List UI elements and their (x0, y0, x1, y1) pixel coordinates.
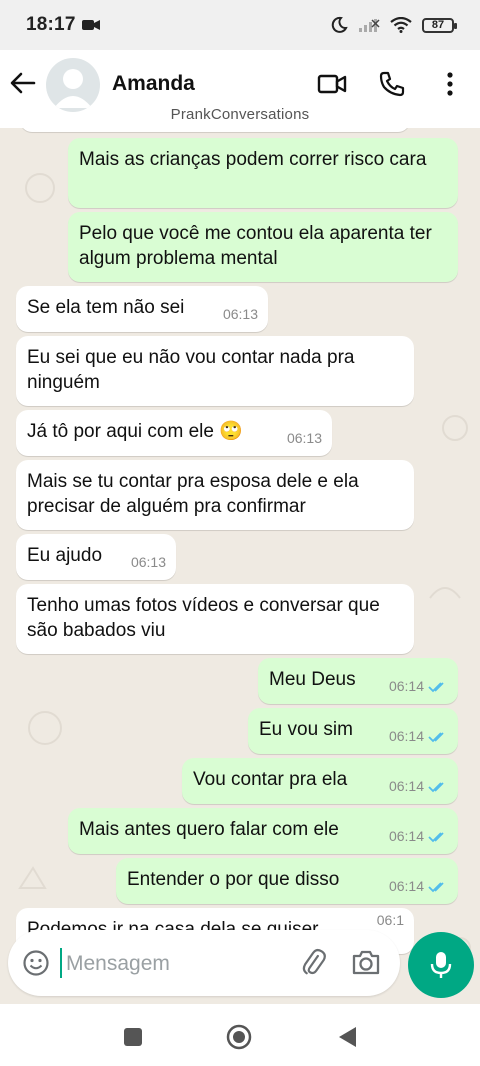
recents-button[interactable] (120, 1024, 146, 1050)
home-button[interactable] (226, 1024, 252, 1050)
default-avatar-icon (54, 69, 92, 108)
status-bar: 18:17 87 (0, 0, 480, 50)
message-time: 06:14 (389, 874, 448, 899)
watermark-text: PrankConversations (170, 106, 310, 123)
voice-call-button[interactable] (376, 68, 408, 100)
time-label: 06:13 (286, 430, 322, 446)
message-text: Se ela tem não sei (27, 297, 185, 318)
camera-icon[interactable] (350, 947, 382, 979)
home-circle-icon (226, 1024, 252, 1050)
battery-indicator: 87 (422, 17, 457, 33)
message-text: Eu vou sim (259, 719, 353, 740)
wifi-icon (390, 17, 412, 33)
message-bubble-outgoing[interactable]: Mais antes quero falar com ele 06:14 (68, 808, 458, 854)
message-bubble-outgoing[interactable]: Eu vou sim 06:14 (248, 708, 458, 754)
microphone-icon (430, 952, 452, 978)
message-time: 06:14 (389, 724, 448, 749)
message-time: 06:13 (131, 550, 166, 575)
back-button[interactable] (8, 68, 38, 98)
message-bubble-outgoing[interactable]: Mais as crianças podem correr risco cara (68, 138, 458, 208)
message-time: 06:14 (389, 824, 448, 849)
status-time: 18:17 (26, 14, 76, 35)
chat-header: Amanda PrankConversations (0, 50, 480, 128)
message-text: Eu sei que eu não vou contar nada pra ni… (27, 347, 355, 393)
time-label: 06:14 (388, 878, 424, 894)
message-text: Pelo que você me contou ela aparenta ter… (79, 223, 432, 269)
more-options-button[interactable] (434, 68, 466, 100)
phone-icon (379, 71, 405, 97)
message-text: Vou contar pra ela (193, 769, 348, 790)
time-label: 06:13 (130, 554, 166, 570)
message-text: Entender o por que disso (127, 869, 340, 890)
time-label: 06:14 (388, 728, 424, 744)
message-text: Mais as crianças podem correr risco cara (79, 149, 427, 170)
message-bubble-incoming[interactable]: Se ela tem não sei 06:13 (16, 286, 268, 332)
message-text: Tenho umas fotos vídeos e conversar que … (27, 595, 380, 641)
signal-icon (359, 19, 380, 32)
video-camera-icon (317, 74, 347, 94)
read-ticks-icon (428, 681, 444, 692)
video-recording-icon (81, 20, 100, 30)
time-label: 06:14 (388, 828, 424, 844)
contact-name[interactable]: Amanda (112, 72, 195, 96)
message-bubble-incoming[interactable]: Já tô por aqui com ele 🙄 06:13 (16, 410, 332, 456)
avatar[interactable] (46, 58, 100, 112)
message-time: 06:13 (223, 302, 258, 327)
message-bubble-partial (20, 128, 410, 132)
message-input-bar: Mensagem (0, 918, 480, 1004)
read-ticks-icon (428, 881, 444, 892)
message-bubble-incoming[interactable]: Tenho umas fotos vídeos e conversar que … (16, 584, 414, 654)
message-bubble-outgoing[interactable]: Meu Deus 06:14 (258, 658, 458, 704)
message-bubble-outgoing[interactable]: Vou contar pra ela 06:14 (182, 758, 458, 804)
message-time: 06:14 (389, 774, 448, 799)
more-vertical-icon (447, 72, 453, 96)
paperclip-icon[interactable] (298, 948, 328, 978)
message-bubble-incoming[interactable]: Eu ajudo 06:13 (16, 534, 176, 580)
time-label: 06:14 (388, 778, 424, 794)
message-text: Mais se tu contar pra esposa dele e ela … (27, 471, 359, 517)
read-ticks-icon (428, 781, 444, 792)
message-time: 06:14 (389, 674, 448, 699)
chat-area[interactable]: Mais as crianças podem correr risco cara… (0, 128, 480, 1004)
message-text: Mais antes quero falar com ele (79, 819, 339, 840)
system-navigation-bar (0, 1004, 480, 1066)
text-caret (60, 948, 62, 978)
message-input-placeholder[interactable]: Mensagem (66, 952, 170, 976)
square-icon (124, 1028, 142, 1046)
back-nav-button[interactable] (334, 1024, 360, 1050)
emoji-icon[interactable] (22, 949, 50, 977)
arrow-left-icon (10, 72, 36, 94)
message-bubble-outgoing[interactable]: Entender o por que disso 06:14 (116, 858, 458, 904)
message-bubble-incoming[interactable]: Mais se tu contar pra esposa dele e ela … (16, 460, 414, 530)
read-ticks-icon (428, 831, 444, 842)
message-text: Já tô por aqui com ele 🙄 (27, 421, 243, 442)
message-text: Meu Deus (269, 669, 356, 690)
back-triangle-icon (339, 1027, 356, 1047)
message-time: 06:13 (287, 426, 322, 451)
moon-icon (331, 16, 348, 33)
mic-button[interactable] (408, 932, 474, 998)
message-text: Eu ajudo (27, 545, 103, 566)
message-bubble-incoming[interactable]: Eu sei que eu não vou contar nada pra ni… (16, 336, 414, 406)
time-label: 06:14 (388, 678, 424, 694)
message-input-field[interactable]: Mensagem (8, 930, 400, 996)
read-ticks-icon (428, 731, 444, 742)
message-bubble-outgoing[interactable]: Pelo que você me contou ela aparenta ter… (68, 212, 458, 282)
time-label: 06:13 (222, 306, 258, 322)
video-call-button[interactable] (316, 68, 348, 100)
